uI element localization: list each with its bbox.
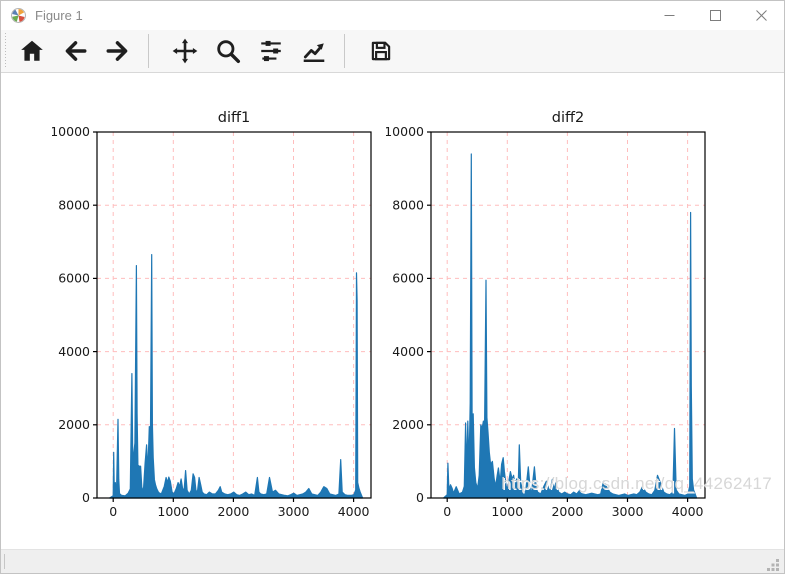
y-tick-label: 8000 xyxy=(58,197,90,212)
x-tick-label: 4000 xyxy=(338,504,370,519)
y-tick-label: 0 xyxy=(416,490,424,505)
navigation-toolbar xyxy=(1,30,784,73)
axes-diff1: 0 1000 2000 3000 4000 0 2000 4000 6000 8000 10000 d… xyxy=(50,110,372,519)
figure-window: Figure 1 0 1000 2000 3000 4000 0 2000 40… xyxy=(0,0,785,574)
axes-diff2: 0 1000 2000 3000 4000 0 2000 4000 6000 8000 10000 d… xyxy=(384,110,706,519)
data-series xyxy=(109,254,364,499)
title-bar[interactable]: Figure 1 xyxy=(1,1,784,31)
x-tick-label: 3000 xyxy=(612,504,644,519)
x-tick-label: 0 xyxy=(443,504,451,519)
y-tick-label: 6000 xyxy=(392,271,424,286)
x-tick-label: 0 xyxy=(109,504,117,519)
toolbar-separator xyxy=(344,34,345,68)
y-tick-label: 0 xyxy=(82,490,90,505)
status-bar xyxy=(1,549,784,573)
y-tick-label: 4000 xyxy=(58,344,90,359)
y-tick-label: 6000 xyxy=(58,271,90,286)
resize-grip[interactable] xyxy=(767,558,780,571)
subplot-title: diff1 xyxy=(218,110,250,126)
pan-button[interactable] xyxy=(167,33,203,69)
x-tick-label: 2000 xyxy=(217,504,249,519)
window-controls xyxy=(646,1,784,30)
y-tick-label: 4000 xyxy=(392,344,424,359)
close-button[interactable] xyxy=(738,1,784,30)
forward-button[interactable] xyxy=(100,33,136,69)
x-tick-label: 2000 xyxy=(551,504,583,519)
statusbar-grip xyxy=(4,554,5,569)
y-tick-label: 2000 xyxy=(392,417,424,432)
toolbar-drag-handle[interactable] xyxy=(3,33,7,69)
y-tick-label: 10000 xyxy=(386,124,424,139)
y-tick-label: 2000 xyxy=(58,417,90,432)
save-button[interactable] xyxy=(363,33,399,69)
x-tick-label: 3000 xyxy=(278,504,310,519)
back-button[interactable] xyxy=(57,33,93,69)
configure-subplots-button[interactable] xyxy=(253,33,289,69)
maximize-button[interactable] xyxy=(692,1,738,30)
x-tick-label: 1000 xyxy=(157,504,189,519)
subplot-diff2: 0 1000 2000 3000 4000 0 2000 4000 6000 8000 10000 d… xyxy=(384,102,716,530)
window-title: Figure 1 xyxy=(35,8,83,23)
figure-canvas: 0 1000 2000 3000 4000 0 2000 4000 6000 8000 10000 d… xyxy=(1,73,784,552)
subplot-title: diff2 xyxy=(552,110,584,126)
y-tick-label: 10000 xyxy=(52,124,90,139)
y-tick-label: 8000 xyxy=(392,197,424,212)
zoom-button[interactable] xyxy=(210,33,246,69)
edit-axes-button[interactable] xyxy=(296,33,332,69)
x-tick-label: 1000 xyxy=(491,504,523,519)
minimize-button[interactable] xyxy=(646,1,692,30)
matplotlib-logo-icon xyxy=(10,7,27,24)
subplot-diff1: 0 1000 2000 3000 4000 0 2000 4000 6000 8000 10000 d… xyxy=(50,102,382,530)
toolbar-separator xyxy=(148,34,149,68)
home-button[interactable] xyxy=(14,33,50,69)
x-tick-label: 4000 xyxy=(672,504,704,519)
